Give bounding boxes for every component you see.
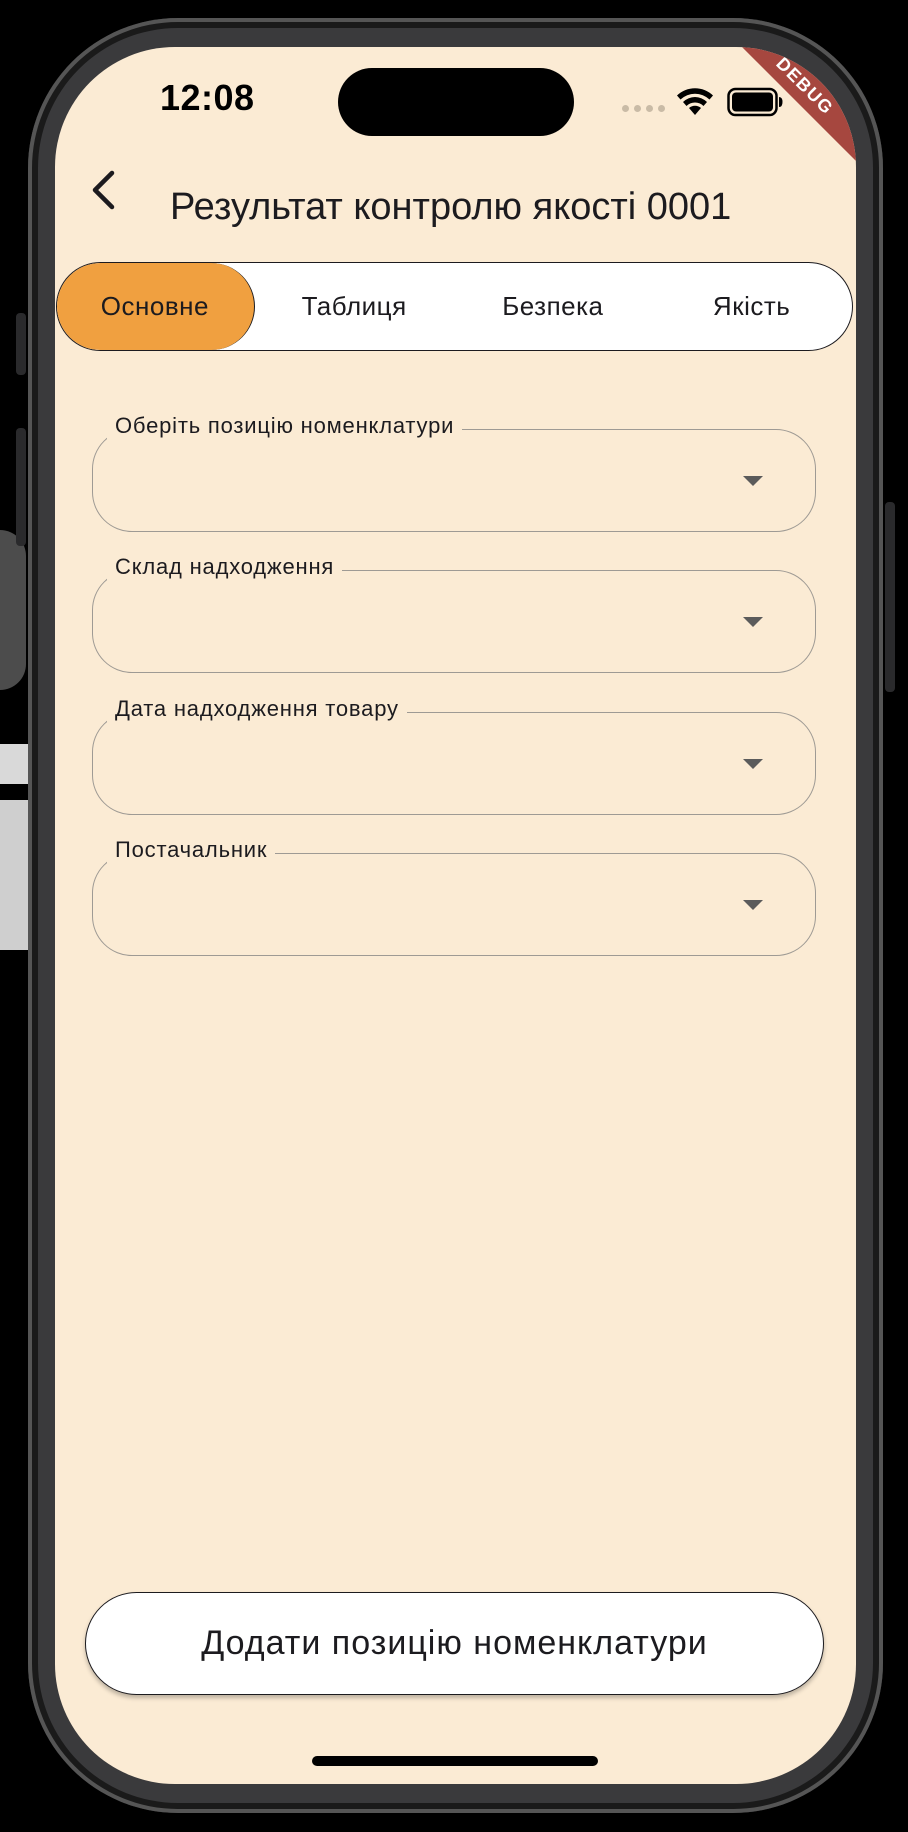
home-indicator[interactable] (312, 1756, 598, 1766)
battery-icon (727, 87, 783, 117)
tab-quality[interactable]: Якість (652, 263, 851, 350)
dynamic-island (338, 68, 574, 136)
add-nomenclature-button[interactable]: Додати позицію номенклатури (85, 1592, 824, 1695)
field-label: Постачальник (107, 837, 276, 863)
tab-table[interactable]: Таблиця (255, 263, 454, 350)
dropdown-arrow-icon (743, 617, 763, 627)
tab-bar: Основне Таблиця Безпека Якість (56, 262, 853, 351)
power-button (885, 502, 895, 692)
dropdown-arrow-icon (743, 759, 763, 769)
field-label: Дата надходження товару (107, 696, 407, 722)
tab-main[interactable]: Основне (57, 263, 255, 350)
dropdown-arrow-icon (743, 476, 763, 486)
field-label: Оберіть позицію номенклатури (107, 413, 463, 439)
tab-safety[interactable]: Безпека (454, 263, 653, 350)
warehouse-dropdown[interactable]: Склад надходження (92, 554, 816, 673)
back-button[interactable] (75, 162, 131, 218)
status-time: 12:08 (160, 77, 255, 118)
supplier-dropdown[interactable]: Постачальник (92, 837, 816, 956)
silent-switch (16, 313, 26, 375)
dropdown-arrow-icon (743, 900, 763, 910)
background-artifact (0, 530, 28, 950)
page-title: Результат контролю якості 0001 (170, 186, 732, 228)
nomenclature-dropdown[interactable]: Оберіть позицію номенклатури (92, 413, 816, 532)
wifi-icon (677, 88, 713, 115)
chevron-left-icon (92, 170, 115, 210)
cellular-signal-icon (622, 105, 665, 112)
receipt-date-dropdown[interactable]: Дата надходження товару (92, 696, 816, 815)
volume-up-button (16, 428, 26, 546)
field-label: Склад надходження (107, 554, 343, 580)
app-screen: 12:08 DEBUG Результат контролю якості 00… (55, 47, 856, 1784)
